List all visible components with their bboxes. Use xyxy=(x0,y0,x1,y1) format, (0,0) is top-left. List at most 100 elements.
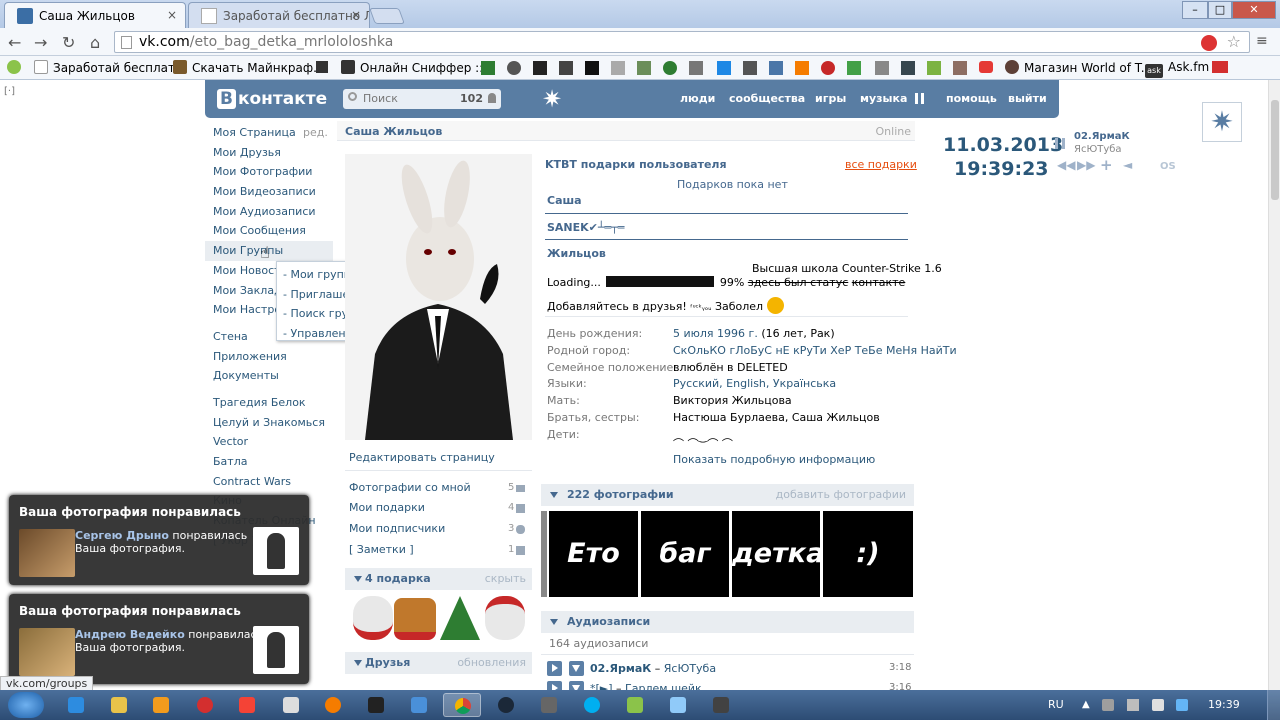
show-desktop-button[interactable] xyxy=(1267,690,1280,720)
maximize-button[interactable]: □ xyxy=(1208,1,1232,19)
user-avatar[interactable] xyxy=(19,529,75,577)
like-notification-2[interactable]: Ваша фотография понравилась Андрею Ведей… xyxy=(9,594,309,684)
tab-sasha[interactable]: Саша Жильцов × xyxy=(4,2,186,28)
gift-bear[interactable] xyxy=(353,596,393,640)
start-button[interactable] xyxy=(8,692,44,718)
photos-block-header[interactable]: 222 фотографии добавить фотографии xyxy=(541,484,914,506)
notes-link[interactable]: [ Заметки ] xyxy=(349,543,414,556)
bookmark-icon[interactable] xyxy=(875,61,889,75)
home-icon[interactable]: ⌂ xyxy=(90,33,100,52)
bookmark-icon[interactable] xyxy=(316,61,328,73)
close-tab-icon[interactable]: × xyxy=(167,8,177,22)
bookmark-icon[interactable] xyxy=(743,61,757,75)
bookmark-icon[interactable] xyxy=(953,61,967,75)
tab-zarabotai[interactable]: Заработай бесплатно Ла × xyxy=(188,2,370,28)
play-track-1-button[interactable] xyxy=(547,661,562,676)
language-indicator[interactable]: RU xyxy=(1048,698,1064,711)
menu-photos[interactable]: Мои Фотографии xyxy=(205,162,333,182)
updates-link[interactable]: обновления xyxy=(457,652,526,674)
vk-icon[interactable] xyxy=(769,61,783,75)
bookmark-icon[interactable] xyxy=(717,61,731,75)
bookmark-askfm[interactable]: ask Ask.fm xyxy=(1145,60,1209,78)
info-languages-value[interactable]: Русский, English, Українська xyxy=(673,377,836,390)
next-icon[interactable]: ▶▶ xyxy=(1077,158,1095,172)
vk-widget-icon[interactable]: ✷ xyxy=(1202,102,1242,142)
taskbar-app[interactable] xyxy=(400,693,438,717)
volume-icon[interactable] xyxy=(1152,699,1164,711)
menu-app-2[interactable]: Целуй и Знакомься xyxy=(205,413,333,433)
taskbar-skype[interactable] xyxy=(573,693,611,717)
download-track-1-button[interactable] xyxy=(569,661,584,676)
close-tab-icon[interactable]: × xyxy=(351,8,361,22)
bookmark-icon[interactable] xyxy=(663,61,677,75)
menu-app-5[interactable]: Contract Wars xyxy=(205,472,333,492)
pause-icon[interactable] xyxy=(1055,138,1065,149)
gift-tree[interactable] xyxy=(440,596,480,640)
like-notification-1[interactable]: Ваша фотография понравилась Сергею Дрыно… xyxy=(9,495,309,585)
taskbar-app[interactable] xyxy=(616,693,654,717)
nav-communities[interactable]: сообщества xyxy=(729,92,805,105)
taskbar-app[interactable] xyxy=(659,693,697,717)
vk-logo[interactable]: Вконтакте xyxy=(217,89,327,109)
edit-link[interactable]: ред. xyxy=(303,123,328,143)
photo-thumbnail[interactable] xyxy=(253,527,299,575)
nav-music[interactable]: музыка xyxy=(860,92,907,105)
menu-audio[interactable]: Мои Аудиозаписи xyxy=(205,202,333,222)
star-icon[interactable]: ☆ xyxy=(1227,32,1241,51)
taskbar-explorer[interactable] xyxy=(100,693,138,717)
youtube-icon[interactable] xyxy=(979,61,993,73)
menu-apps[interactable]: Приложения xyxy=(205,347,333,367)
network-icon[interactable] xyxy=(1127,699,1139,711)
menu-my-page[interactable]: Моя Страница ред. xyxy=(205,123,333,143)
photo-tile-3[interactable]: детка xyxy=(732,511,824,597)
photo-tile-1[interactable]: Ето xyxy=(549,511,638,597)
taskbar-chrome[interactable] xyxy=(443,693,481,717)
bookmark-wot[interactable]: Магазин World of T... xyxy=(1005,60,1152,75)
menu-app-1[interactable]: Трагедия Белок xyxy=(205,393,333,413)
page-scrollbar[interactable] xyxy=(1268,80,1280,690)
search-input[interactable]: Поиск 102 xyxy=(343,89,501,109)
menu-docs[interactable]: Документы xyxy=(205,366,333,386)
broadcast-icon[interactable]: ◄ xyxy=(1123,158,1132,172)
edit-page-link[interactable]: Редактировать страницу xyxy=(349,451,495,464)
track-2[interactable]: *[►] – Гарлем шейк xyxy=(590,682,702,690)
bookmark-icon[interactable] xyxy=(585,61,599,75)
download-track-2-button[interactable] xyxy=(569,681,584,690)
bookmark-icon[interactable] xyxy=(689,61,703,75)
tray-icon[interactable] xyxy=(1176,699,1188,711)
audio-block-header[interactable]: Аудиозаписи xyxy=(541,611,914,633)
adblock-icon[interactable] xyxy=(1201,35,1217,51)
menu-videos[interactable]: Мои Видеозаписи xyxy=(205,182,333,202)
profile-avatar[interactable] xyxy=(345,154,532,440)
my-gifts-link[interactable]: Мои подарки xyxy=(349,501,425,514)
add-photos-link[interactable]: добавить фотографии xyxy=(776,484,906,506)
nav-people[interactable]: люди xyxy=(680,92,715,105)
taskbar-app[interactable] xyxy=(272,693,310,717)
info-hometown-value[interactable]: СкОльКО гЛоБуС нЕ кРуТи ХеР ТеБе МеНя На… xyxy=(673,344,957,357)
bookmark-icon[interactable] xyxy=(559,61,573,75)
bookmark-icon[interactable] xyxy=(481,61,495,75)
nav-games[interactable]: игры xyxy=(815,92,846,105)
user-avatar[interactable] xyxy=(19,628,75,676)
apps-icon[interactable] xyxy=(7,60,21,74)
gifts-block-header[interactable]: 4 подарка скрыть xyxy=(345,568,532,590)
taskbar-app[interactable] xyxy=(357,693,395,717)
minimize-button[interactable]: – xyxy=(1182,1,1208,19)
photos-with-me-link[interactable]: Фотографии со мной xyxy=(349,481,471,494)
menu-app-4[interactable]: Батла xyxy=(205,452,333,472)
taskbar-steam[interactable] xyxy=(487,693,525,717)
forward-icon[interactable]: → xyxy=(34,33,47,52)
menu-messages[interactable]: Мои Сообщения xyxy=(205,221,333,241)
bookmark-icon[interactable] xyxy=(507,61,521,75)
taskbar-media[interactable] xyxy=(142,693,180,717)
taskbar-app[interactable] xyxy=(530,693,568,717)
bookmark-icon[interactable] xyxy=(637,61,651,75)
prev-icon[interactable]: ◀◀ xyxy=(1057,158,1075,172)
menu-friends[interactable]: Мои Друзья xyxy=(205,143,333,163)
photo-thumbnail[interactable] xyxy=(253,626,299,674)
bookmark-icon[interactable] xyxy=(927,61,941,75)
taskbar-opera[interactable] xyxy=(186,693,224,717)
bookmark-2[interactable]: Скачать Майнкраф... xyxy=(173,60,325,75)
track-1[interactable]: 02.ЯрмаК – ЯсЮТуба xyxy=(590,662,716,675)
subscribers-link[interactable]: Мои подписчики xyxy=(349,522,445,535)
